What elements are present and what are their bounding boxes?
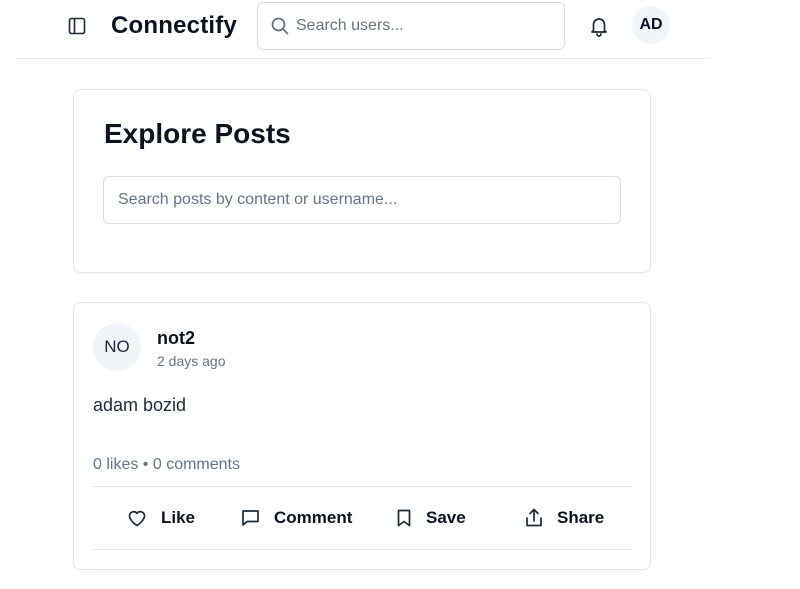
user-search-input[interactable] — [296, 3, 551, 49]
post-author-name[interactable]: not2 — [157, 328, 195, 349]
message-square-icon — [242, 510, 259, 526]
share-label: Share — [557, 508, 605, 527]
bell-icon — [591, 18, 607, 37]
post-search-input[interactable] — [103, 176, 621, 224]
comment-label: Comment — [274, 508, 353, 527]
sidebar-toggle-icon — [68, 17, 86, 35]
save-button[interactable]: Save — [396, 503, 466, 533]
bookmark-icon — [397, 509, 411, 527]
post-author-avatar[interactable]: NO — [93, 323, 141, 371]
page-title: Explore Posts — [104, 118, 291, 149]
share-icon — [526, 508, 542, 527]
top-navbar: Connectify AD — [16, 0, 710, 59]
divider — [93, 549, 632, 550]
post-actions: Like Comment Save Share — [93, 487, 632, 549]
share-button[interactable]: Share — [525, 503, 604, 533]
comment-button[interactable]: Comment — [241, 503, 352, 533]
post-timestamp: 2 days ago — [157, 353, 226, 369]
app-logo-text[interactable]: Connectify — [111, 12, 237, 40]
save-label: Save — [426, 508, 466, 527]
post-card: NO not2 2 days ago adam bozid 0 likes • … — [73, 302, 651, 570]
user-search-box — [257, 2, 565, 50]
user-avatar[interactable]: AD — [632, 6, 670, 44]
notifications-button[interactable] — [589, 15, 609, 37]
sidebar-toggle-button[interactable] — [66, 16, 88, 36]
like-label: Like — [161, 508, 196, 527]
search-icon — [271, 17, 289, 35]
heart-icon — [128, 510, 146, 527]
post-stats: 0 likes • 0 comments — [93, 456, 240, 473]
like-button[interactable]: Like — [127, 503, 195, 533]
post-content: adam bozid — [93, 395, 187, 415]
explore-posts-card: Explore Posts — [73, 89, 651, 273]
